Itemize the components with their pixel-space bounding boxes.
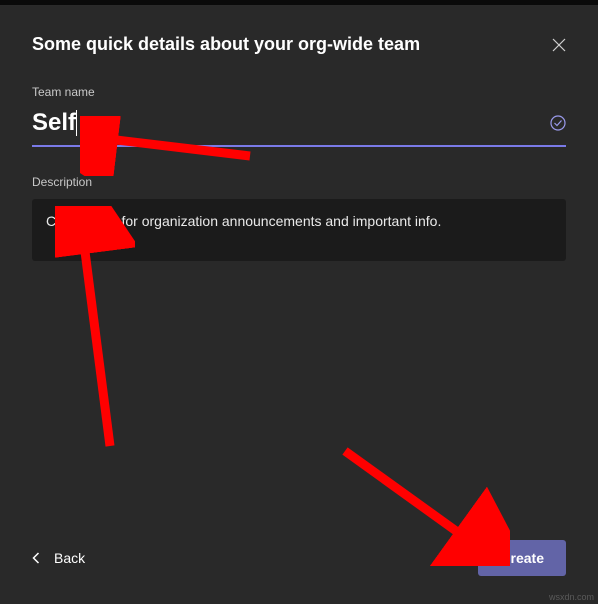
back-button-label: Back	[54, 550, 85, 566]
text-cursor	[76, 110, 77, 136]
watermark: wsxdn.com	[549, 592, 594, 602]
close-icon[interactable]	[552, 38, 566, 52]
chevron-left-icon	[32, 552, 40, 564]
dialog-title: Some quick details about your org-wide t…	[32, 34, 420, 55]
team-name-input[interactable]: Self	[32, 109, 76, 137]
dialog-footer: Back Create	[32, 540, 566, 576]
description-label: Description	[32, 175, 566, 189]
create-team-dialog: Some quick details about your org-wide t…	[0, 6, 598, 604]
back-button[interactable]: Back	[32, 550, 85, 566]
check-circle-icon	[550, 115, 566, 131]
team-name-label: Team name	[32, 85, 566, 99]
create-button[interactable]: Create	[478, 540, 566, 576]
dialog-header: Some quick details about your org-wide t…	[32, 34, 566, 55]
team-name-field[interactable]: Self	[32, 109, 566, 147]
description-input[interactable]: Check here for organization announcement…	[32, 199, 566, 261]
